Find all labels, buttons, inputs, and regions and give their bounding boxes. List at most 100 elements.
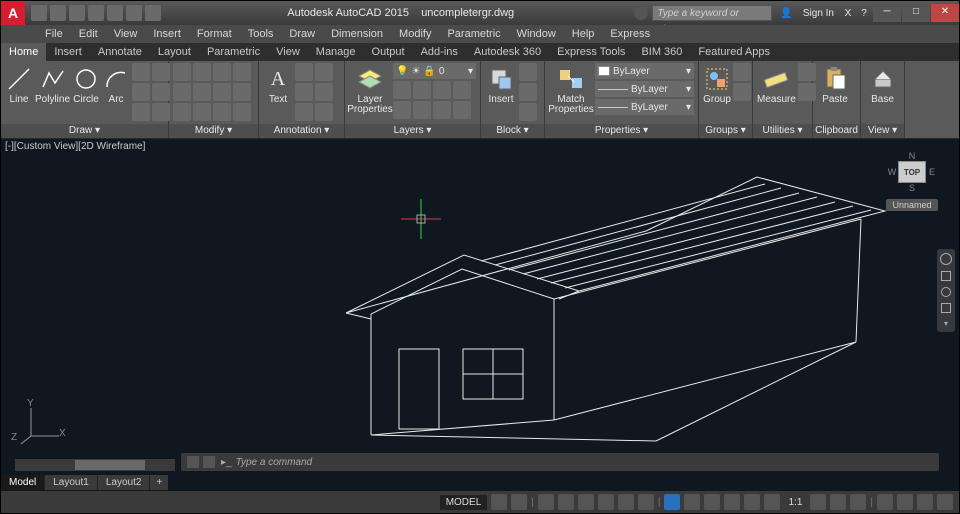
view-cube[interactable]: N W TOP E S Unnamed bbox=[883, 151, 941, 223]
dimension-icon[interactable] bbox=[295, 63, 313, 81]
layer-tool-icon[interactable] bbox=[393, 101, 411, 119]
arc-button[interactable]: Arc bbox=[102, 63, 130, 105]
tab-layout[interactable]: Layout bbox=[150, 43, 199, 61]
annot-tool-icon[interactable] bbox=[315, 83, 333, 101]
panel-label[interactable]: Properties ▾ bbox=[545, 124, 698, 138]
menu-tools[interactable]: Tools bbox=[240, 28, 282, 40]
scrollbar-thumb[interactable] bbox=[75, 460, 145, 470]
isolate-icon[interactable] bbox=[897, 494, 913, 510]
layer-properties-button[interactable]: Layer Properties bbox=[349, 63, 391, 115]
lineweight-dropdown[interactable]: ByLayer▾ bbox=[595, 81, 694, 97]
draw-tool-icon[interactable] bbox=[132, 63, 150, 81]
cmd-config-icon[interactable] bbox=[203, 456, 215, 468]
layer-tool-icon[interactable] bbox=[433, 81, 451, 99]
draw-tool-icon[interactable] bbox=[132, 83, 150, 101]
menu-file[interactable]: File bbox=[37, 28, 71, 40]
scale-icon[interactable] bbox=[193, 103, 211, 121]
menu-edit[interactable]: Edit bbox=[71, 28, 106, 40]
erase-icon[interactable] bbox=[233, 63, 251, 81]
layout-tab-model[interactable]: Model bbox=[1, 475, 45, 490]
menu-format[interactable]: Format bbox=[189, 28, 240, 40]
group-edit-icon[interactable] bbox=[733, 83, 751, 101]
selection-cycling-icon[interactable] bbox=[684, 494, 700, 510]
fillet-icon[interactable] bbox=[213, 83, 231, 101]
trim-icon[interactable] bbox=[213, 63, 231, 81]
customize-icon[interactable] bbox=[937, 494, 953, 510]
tab-parametric[interactable]: Parametric bbox=[199, 43, 268, 61]
tab-insert[interactable]: Insert bbox=[46, 43, 90, 61]
gizmo-icon[interactable] bbox=[764, 494, 780, 510]
qat-plot-icon[interactable] bbox=[107, 5, 123, 21]
edit-block-icon[interactable] bbox=[519, 83, 537, 101]
viewcube-e[interactable]: E bbox=[929, 167, 935, 177]
panel-label[interactable]: Groups ▾ bbox=[699, 124, 752, 138]
layout-add-button[interactable]: + bbox=[150, 475, 168, 490]
orbit-icon[interactable] bbox=[941, 303, 951, 313]
clean-screen-icon[interactable] bbox=[917, 494, 933, 510]
tab-bim360[interactable]: BIM 360 bbox=[633, 43, 690, 61]
mirror-icon[interactable] bbox=[193, 83, 211, 101]
layer-dropdown[interactable]: 💡☀🔒0▾ bbox=[393, 63, 476, 79]
measure-button[interactable]: Measure bbox=[757, 63, 796, 105]
array-icon[interactable] bbox=[213, 103, 231, 121]
color-dropdown[interactable]: ByLayer▾ bbox=[595, 63, 694, 79]
anno-visibility-icon[interactable] bbox=[810, 494, 826, 510]
qat-new-icon[interactable] bbox=[31, 5, 47, 21]
steering-wheel-icon[interactable] bbox=[940, 253, 952, 265]
navbar-expand-icon[interactable]: ▾ bbox=[944, 319, 948, 328]
panel-label[interactable]: Block ▾ bbox=[481, 124, 544, 138]
qat-save-icon[interactable] bbox=[69, 5, 85, 21]
block-tool-icon[interactable] bbox=[519, 103, 537, 121]
osnap-icon[interactable] bbox=[578, 494, 594, 510]
help-icon[interactable]: ? bbox=[856, 8, 872, 19]
selection-filter-icon[interactable] bbox=[744, 494, 760, 510]
text-button[interactable]: AText bbox=[263, 63, 293, 105]
layer-tool-icon[interactable] bbox=[413, 101, 431, 119]
maximize-button[interactable]: □ bbox=[902, 4, 930, 22]
table-icon[interactable] bbox=[295, 83, 313, 101]
annot-tool-icon[interactable] bbox=[295, 103, 313, 121]
menu-help[interactable]: Help bbox=[564, 28, 603, 40]
tab-view[interactable]: View bbox=[268, 43, 308, 61]
anno-scale[interactable]: 1:1 bbox=[784, 496, 806, 509]
tab-addins[interactable]: Add-ins bbox=[413, 43, 466, 61]
viewcube-label[interactable]: Unnamed bbox=[886, 199, 937, 211]
menu-view[interactable]: View bbox=[106, 28, 146, 40]
menu-dimension[interactable]: Dimension bbox=[323, 28, 391, 40]
ungroup-icon[interactable] bbox=[733, 63, 751, 81]
command-line[interactable]: ▸_ Type a command bbox=[181, 453, 939, 471]
panel-label[interactable]: Layers ▾ bbox=[345, 124, 480, 138]
dynamic-input-icon[interactable] bbox=[664, 494, 680, 510]
hardware-accel-icon[interactable] bbox=[877, 494, 893, 510]
layout-tab-2[interactable]: Layout2 bbox=[98, 475, 151, 490]
command-input[interactable]: Type a command bbox=[236, 457, 313, 468]
layout-tab-1[interactable]: Layout1 bbox=[45, 475, 98, 490]
draw-tool-icon[interactable] bbox=[152, 83, 170, 101]
ortho-icon[interactable] bbox=[538, 494, 554, 510]
snap-icon[interactable] bbox=[511, 494, 527, 510]
paste-button[interactable]: Paste bbox=[817, 63, 853, 105]
menu-window[interactable]: Window bbox=[509, 28, 564, 40]
layer-tool-icon[interactable] bbox=[453, 81, 471, 99]
explode-icon[interactable] bbox=[233, 83, 251, 101]
create-block-icon[interactable] bbox=[519, 63, 537, 81]
qat-open-icon[interactable] bbox=[50, 5, 66, 21]
exchange-icon[interactable]: X bbox=[840, 8, 856, 19]
signin-button[interactable]: Sign In bbox=[797, 8, 840, 19]
workspace-icon[interactable] bbox=[830, 494, 846, 510]
dyn-ucs-icon[interactable] bbox=[724, 494, 740, 510]
drawing-canvas[interactable]: [-][Custom View][2D Wireframe] bbox=[1, 139, 959, 491]
close-button[interactable]: ✕ bbox=[931, 4, 959, 22]
menu-insert[interactable]: Insert bbox=[145, 28, 189, 40]
draw-tool-icon[interactable] bbox=[152, 63, 170, 81]
draw-tool-icon[interactable] bbox=[132, 103, 150, 121]
polyline-button[interactable]: Polyline bbox=[35, 63, 70, 105]
app-logo[interactable]: A bbox=[1, 1, 25, 25]
menu-parametric[interactable]: Parametric bbox=[439, 28, 508, 40]
annot-tool-icon[interactable] bbox=[315, 103, 333, 121]
viewcube-n[interactable]: N bbox=[909, 151, 916, 161]
otrack-icon[interactable] bbox=[598, 494, 614, 510]
move-icon[interactable] bbox=[173, 63, 191, 81]
panel-label[interactable]: Draw ▾ bbox=[1, 124, 168, 138]
layer-tool-icon[interactable] bbox=[453, 101, 471, 119]
